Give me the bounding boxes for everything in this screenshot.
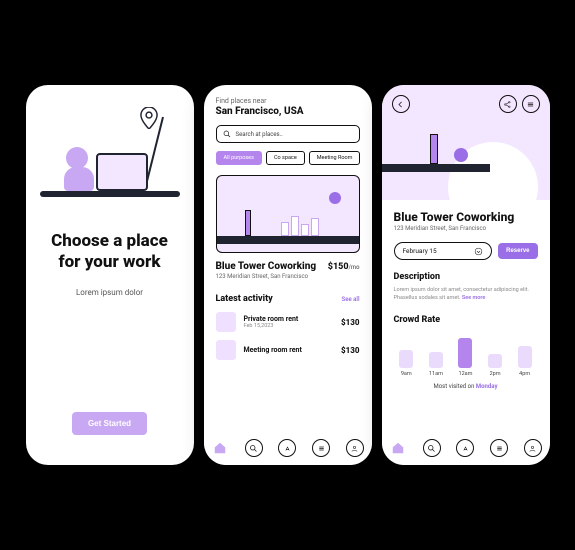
- nav-search-button[interactable]: [245, 439, 263, 457]
- nav-search-button[interactable]: [423, 439, 441, 457]
- nav-profile-button[interactable]: [524, 439, 542, 457]
- latest-activity-heading: Latest activity: [216, 294, 273, 304]
- crowd-bar: 11am: [425, 352, 447, 377]
- list-icon: [495, 444, 504, 453]
- detail-address: 123 Meridian Street, San Francisco: [394, 225, 538, 232]
- chevron-down-icon: [474, 247, 483, 256]
- filter-chip-cospace[interactable]: Co space: [266, 151, 305, 165]
- crowd-bar-label: 2pm: [490, 371, 501, 377]
- crowd-bar: 9am: [396, 350, 418, 377]
- filter-chip-all[interactable]: All purposes: [216, 151, 262, 165]
- crowd-bar-label: 9am: [401, 371, 412, 377]
- search-icon: [249, 444, 258, 453]
- user-icon: [528, 444, 537, 453]
- menu-button[interactable]: [522, 95, 540, 113]
- search-input[interactable]: Search at places..: [216, 125, 360, 143]
- get-started-button[interactable]: Get Started: [72, 412, 147, 435]
- see-more-link[interactable]: See more: [462, 295, 485, 301]
- onboarding-subtitle: Lorem ipsum dolor: [76, 288, 143, 297]
- list-icon: [317, 444, 326, 453]
- crowd-bar-label: 11am: [429, 371, 443, 377]
- description-heading: Description: [394, 272, 538, 282]
- crowd-bar: 4pm: [514, 346, 536, 377]
- crowd-rate-heading: Crowd Rate: [394, 315, 538, 325]
- most-visited-text: Most visited on Monday: [394, 383, 538, 390]
- listing-card[interactable]: [216, 175, 360, 253]
- onboarding-title: Choose a place for your work: [44, 231, 176, 274]
- search-icon: [427, 444, 436, 453]
- activity-thumb-icon: [216, 312, 236, 332]
- activity-thumb-icon: [216, 340, 236, 360]
- activity-date: Feb 15,2023: [244, 323, 334, 329]
- activity-name: Private room rent: [244, 315, 334, 323]
- crowd-bar-label: 4pm: [519, 371, 530, 377]
- bottom-nav: [382, 431, 550, 465]
- back-arrow-icon: [396, 100, 405, 109]
- near-label: Find places near: [216, 97, 360, 105]
- crowd-bar-label: 12am: [458, 371, 472, 377]
- search-icon: [223, 130, 231, 138]
- activity-row[interactable]: Meeting room rent $130: [216, 340, 360, 360]
- nav-home-button[interactable]: [211, 439, 229, 457]
- share-icon: [503, 100, 512, 109]
- location-value[interactable]: San Francisco, USA: [216, 106, 360, 117]
- activity-amount: $130: [341, 346, 359, 355]
- listing-price: $150/mo: [328, 262, 360, 272]
- crowd-rate-chart: 9am 11am 12am 2pm 4pm: [394, 333, 538, 377]
- home-icon: [213, 441, 227, 455]
- date-value: February 15: [403, 247, 437, 255]
- nav-explore-button[interactable]: [456, 439, 474, 457]
- back-button[interactable]: [392, 95, 410, 113]
- nav-profile-button[interactable]: [346, 439, 364, 457]
- browse-screen: Find places near San Francisco, USA Sear…: [204, 85, 372, 465]
- home-icon: [391, 441, 405, 455]
- see-all-link[interactable]: See all: [342, 296, 360, 303]
- activity-amount: $130: [341, 318, 359, 327]
- filter-chips: All purposes Co space Meeting Room Priva…: [216, 151, 360, 165]
- listing-title: Blue Tower Coworking: [216, 261, 317, 272]
- filter-chip-meeting[interactable]: Meeting Room: [309, 151, 360, 165]
- detail-title: Blue Tower Coworking: [394, 210, 538, 224]
- date-picker[interactable]: February 15: [394, 242, 493, 260]
- listing-address: 123 Meridian Street, San Francisco: [216, 273, 360, 280]
- crowd-bar: 12am: [455, 338, 477, 377]
- user-icon: [350, 444, 359, 453]
- reserve-button[interactable]: Reserve: [498, 243, 537, 259]
- detail-screen: Blue Tower Coworking 123 Meridian Street…: [382, 85, 550, 465]
- bottom-nav: [204, 431, 372, 465]
- map-pin-icon: [140, 107, 158, 133]
- description-text: Lorem ipsum dolor sit amet, consectetur …: [394, 286, 538, 303]
- search-placeholder: Search at places..: [236, 131, 283, 138]
- compass-icon: [461, 444, 470, 453]
- compass-icon: [283, 444, 292, 453]
- hamburger-icon: [526, 100, 535, 109]
- detail-hero: [382, 85, 550, 200]
- crowd-bar: 2pm: [484, 354, 506, 377]
- onboarding-screen: Choose a place for your work Lorem ipsum…: [26, 85, 194, 465]
- activity-row[interactable]: Private room rent Feb 15,2023 $130: [216, 312, 360, 332]
- onboarding-illustration: [26, 85, 194, 225]
- nav-bookings-button[interactable]: [312, 439, 330, 457]
- nav-bookings-button[interactable]: [490, 439, 508, 457]
- activity-name: Meeting room rent: [244, 346, 334, 354]
- nav-explore-button[interactable]: [278, 439, 296, 457]
- nav-home-button[interactable]: [389, 439, 407, 457]
- share-button[interactable]: [499, 95, 517, 113]
